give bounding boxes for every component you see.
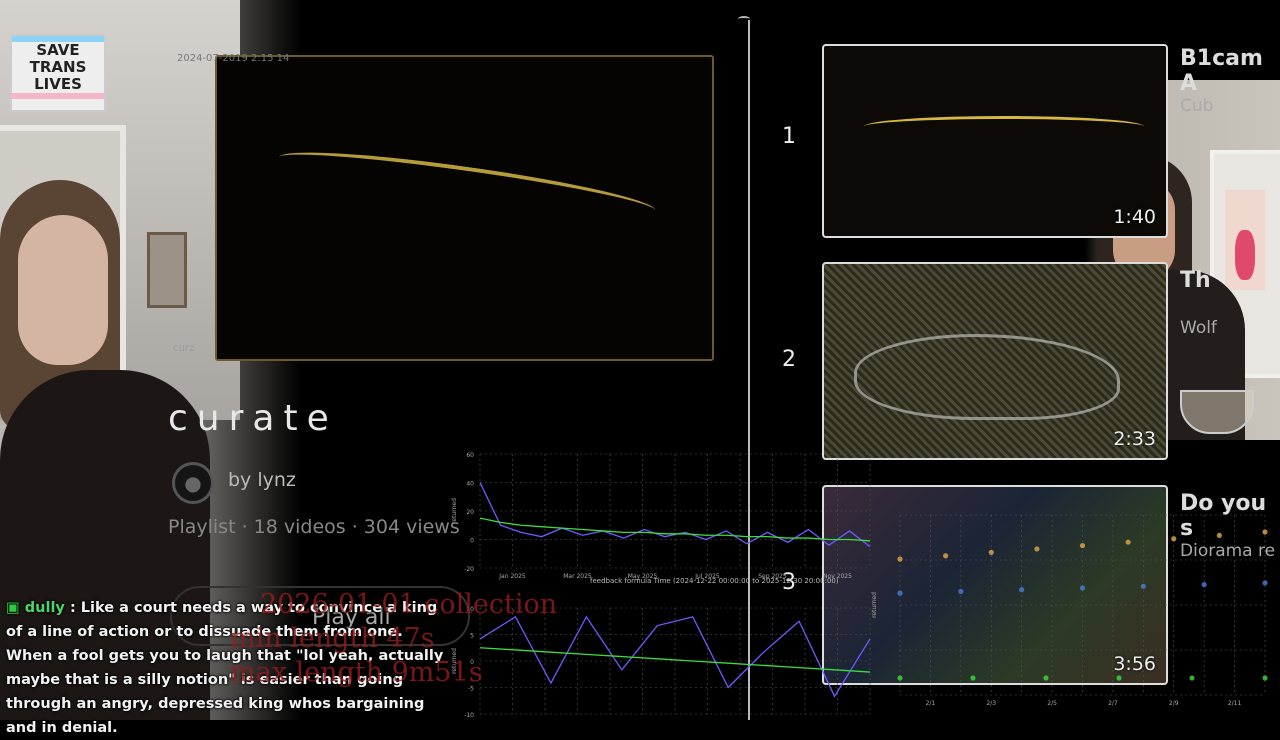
data-point xyxy=(897,590,903,596)
streamer-face xyxy=(18,215,108,365)
overlay-line: max length 9m51s xyxy=(230,657,483,688)
duration-badge: 1:40 xyxy=(1113,206,1156,228)
data-point xyxy=(1079,542,1086,549)
y-tick-label: 20 xyxy=(466,509,474,516)
playlist-author[interactable]: by lynz xyxy=(228,469,296,491)
overlay-line: min length 47s xyxy=(230,623,435,654)
data-point xyxy=(1189,675,1195,681)
x-tick-label: Mar 2025 xyxy=(563,573,592,580)
video-channel[interactable]: Cub xyxy=(1180,96,1213,116)
x-tick-label: 2/1 xyxy=(926,700,936,707)
chat-username: dully xyxy=(24,600,65,616)
chat-badge-icon: ▣ xyxy=(6,600,20,616)
data-point xyxy=(897,675,903,681)
wall-picture-frame xyxy=(147,232,187,308)
collection-overlay: 2026-01-01 collection min length 47s max… xyxy=(230,588,557,690)
author-avatar-icon[interactable]: ● xyxy=(172,462,214,504)
video-thumbnail[interactable]: 1:40 xyxy=(822,44,1168,238)
data-point xyxy=(1116,675,1122,681)
poster-line-2: TRANS xyxy=(29,58,87,76)
video-title[interactable]: B1cam A xyxy=(1180,46,1280,96)
x-tick-label: 2/7 xyxy=(1108,700,1118,707)
data-point xyxy=(1140,583,1146,589)
video-channel[interactable]: Wolf xyxy=(1180,318,1217,338)
main-video-player[interactable]: 2024-07-2019 2:15 14 curz xyxy=(173,53,714,361)
data-point xyxy=(1201,582,1207,588)
data-point xyxy=(897,556,903,562)
overlay-line: 2026-01-01 collection xyxy=(260,589,558,620)
data-point xyxy=(1171,536,1177,542)
chart-title: feedback formula Time (2024-12-22 00:00:… xyxy=(590,577,839,585)
chart-scatter-3: 2/1 2/3 2/5 2/7 2/9 2/11 returned xyxy=(871,514,1268,707)
data-point xyxy=(970,675,976,681)
video-title[interactable]: Th xyxy=(1180,268,1211,293)
y-tick-label: -20 xyxy=(464,566,474,573)
data-point xyxy=(943,553,949,559)
list-item-index: 2 xyxy=(782,347,796,372)
data-point xyxy=(988,549,994,555)
video-header-text: 2024-07-2019 2:15 14 xyxy=(177,53,290,64)
poster-line-1: SAVE xyxy=(36,41,80,59)
duration-badge: 2:33 xyxy=(1113,428,1156,450)
data-point xyxy=(1216,532,1222,538)
poster-line-3: LIVES xyxy=(34,75,82,93)
chart-time-series-1: 6040200-20Jan 2025 Mar 2025 May 2025 Jul 20… xyxy=(451,452,871,580)
data-point xyxy=(1019,587,1025,593)
video-thumbnail[interactable]: 2:33 xyxy=(822,262,1168,460)
y-tick-label: 40 xyxy=(466,481,474,488)
data-point xyxy=(1262,580,1268,586)
save-trans-lives-poster: SAVE TRANS LIVES xyxy=(10,34,106,112)
video-footer-text: curz xyxy=(173,343,195,354)
data-point xyxy=(1125,539,1131,545)
playlist-meta: Playlist · 18 videos · 304 views xyxy=(168,516,460,538)
x-tick-label: 2/11 xyxy=(1228,700,1242,707)
y-tick-label: -10 xyxy=(464,712,474,719)
y-tick-label: 0 xyxy=(470,538,474,545)
x-tick-label: 2/9 xyxy=(1169,700,1179,707)
video-light-streak xyxy=(276,140,658,228)
x-tick-label: 2/5 xyxy=(1047,700,1057,707)
thumbnail-light-streak xyxy=(864,116,1144,137)
thumbnail-embossed-shape xyxy=(854,334,1120,420)
x-tick-label: 2/3 xyxy=(986,700,996,707)
data-point xyxy=(1079,585,1086,591)
data-point xyxy=(1034,546,1040,552)
data-point xyxy=(1262,529,1268,535)
data-point xyxy=(958,588,964,595)
playlist-title: curate xyxy=(168,398,338,439)
y-axis-label: returned xyxy=(871,592,878,618)
y-axis-label: returned xyxy=(451,498,458,524)
y-tick-label: 60 xyxy=(466,452,474,459)
data-point xyxy=(1262,675,1268,681)
list-item-index: 1 xyxy=(782,124,796,149)
x-tick-label: Jan 2025 xyxy=(498,573,526,580)
webcam-right-poster-figure xyxy=(1235,230,1255,280)
data-point xyxy=(1043,675,1049,681)
